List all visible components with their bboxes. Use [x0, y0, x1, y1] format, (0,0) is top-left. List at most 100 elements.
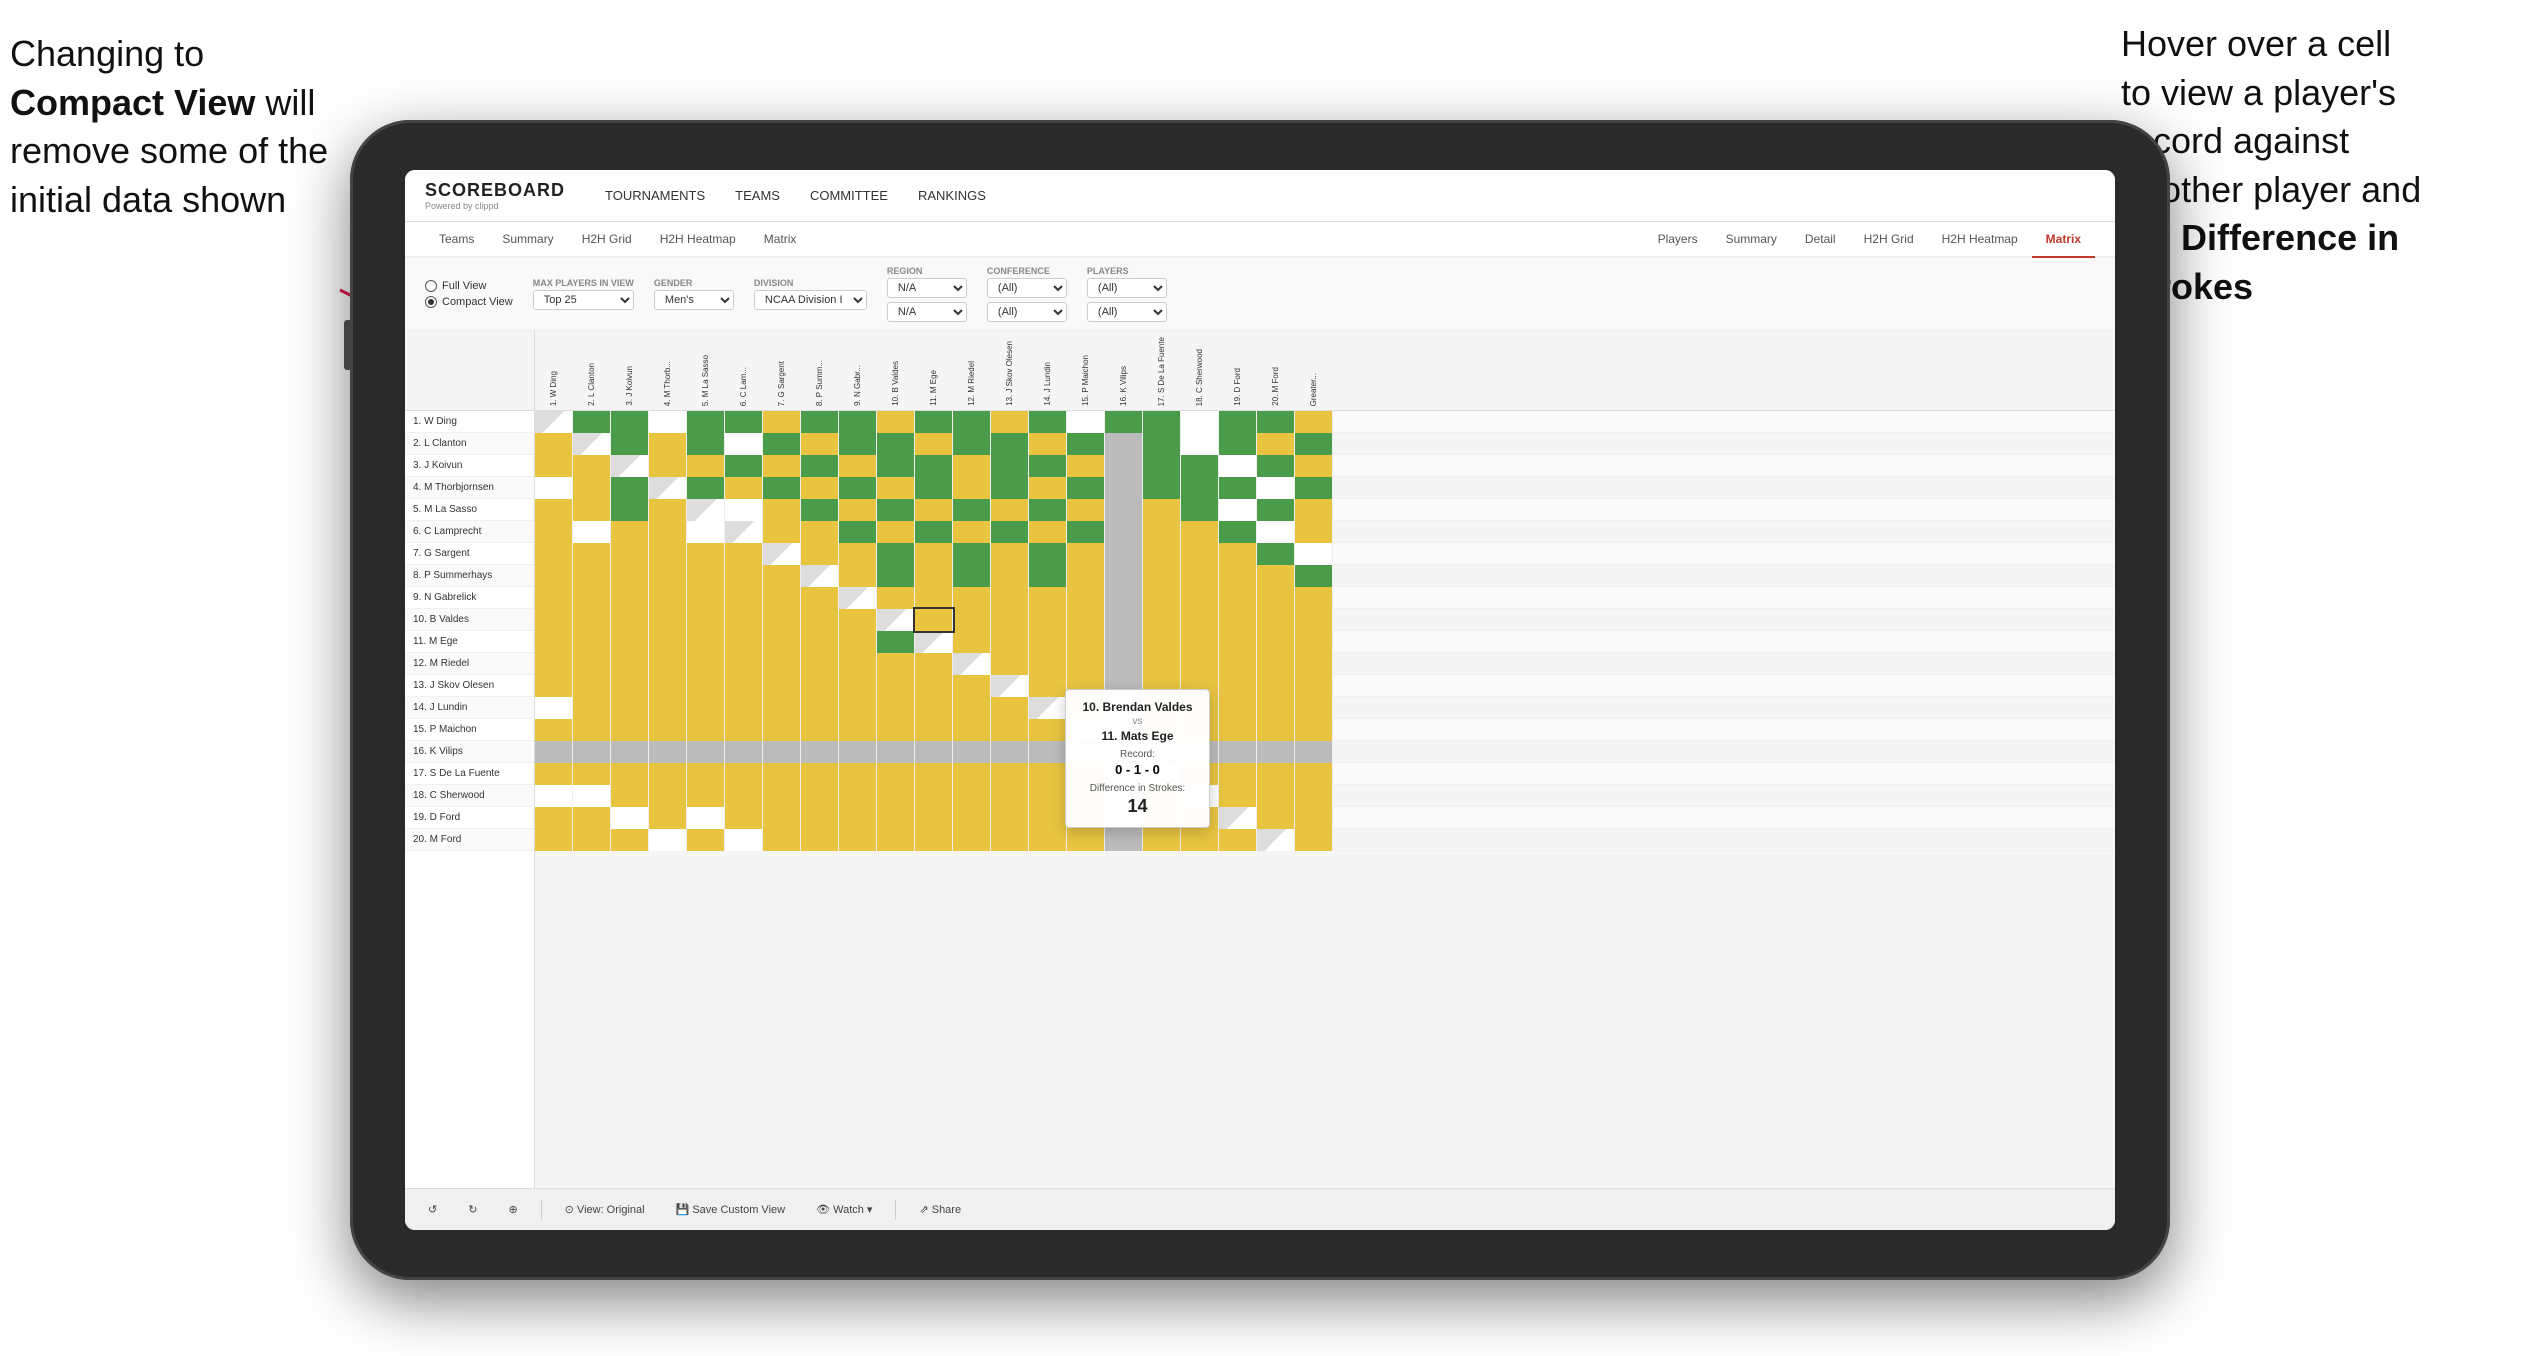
grid-cell[interactable] [915, 455, 953, 477]
grid-cell[interactable] [573, 587, 611, 609]
grid-cell[interactable] [991, 785, 1029, 807]
grid-cell[interactable] [801, 455, 839, 477]
grid-cell[interactable] [991, 521, 1029, 543]
grid-cell[interactable] [725, 587, 763, 609]
grid-cell[interactable] [573, 763, 611, 785]
grid-cell[interactable] [763, 675, 801, 697]
grid-cell[interactable] [1295, 829, 1333, 851]
grid-cell[interactable] [915, 741, 953, 763]
grid-cell[interactable] [801, 543, 839, 565]
grid-cell[interactable] [1105, 411, 1143, 433]
share-btn[interactable]: ⇗ Share [911, 1199, 969, 1220]
grid-cell[interactable] [649, 499, 687, 521]
grid-cell[interactable] [1295, 411, 1333, 433]
grid-cell[interactable] [801, 807, 839, 829]
grid-cell[interactable] [953, 543, 991, 565]
grid-cell[interactable] [1105, 477, 1143, 499]
subnav-teams[interactable]: Teams [425, 222, 488, 258]
grid-cell[interactable] [687, 433, 725, 455]
division-select[interactable]: NCAA Division I [754, 290, 867, 310]
grid-cell[interactable] [611, 609, 649, 631]
grid-cell[interactable] [839, 719, 877, 741]
grid-cell[interactable] [953, 565, 991, 587]
compact-view-option[interactable]: Compact View [425, 296, 513, 308]
grid-cell[interactable] [801, 477, 839, 499]
grid-cell[interactable] [611, 785, 649, 807]
grid-cell[interactable] [611, 565, 649, 587]
grid-cell[interactable] [535, 719, 573, 741]
subnav-summary-right[interactable]: Summary [1712, 222, 1791, 258]
grid-cell[interactable] [915, 675, 953, 697]
grid-cell[interactable] [1181, 499, 1219, 521]
grid-cell[interactable] [1105, 521, 1143, 543]
grid-cell[interactable] [573, 543, 611, 565]
grid-cell[interactable] [763, 719, 801, 741]
grid-cell[interactable] [573, 521, 611, 543]
grid-cell[interactable] [725, 675, 763, 697]
grid-cell[interactable] [687, 521, 725, 543]
grid-cell[interactable] [915, 587, 953, 609]
grid-cell[interactable] [763, 697, 801, 719]
grid-cell[interactable] [953, 807, 991, 829]
grid-cell[interactable] [535, 521, 573, 543]
grid-cell[interactable] [839, 521, 877, 543]
grid-cell[interactable] [1029, 455, 1067, 477]
grid-cell[interactable] [611, 829, 649, 851]
grid-cell[interactable] [1181, 609, 1219, 631]
grid-cell[interactable] [1295, 455, 1333, 477]
grid-cell[interactable] [763, 785, 801, 807]
grid-cell[interactable] [991, 609, 1029, 631]
grid-cell[interactable] [801, 829, 839, 851]
grid-cell[interactable] [1257, 675, 1295, 697]
compact-view-radio[interactable] [425, 296, 437, 308]
grid-cell[interactable] [763, 587, 801, 609]
grid-cell[interactable] [953, 455, 991, 477]
grid-cell[interactable] [1219, 829, 1257, 851]
subnav-h2h-heatmap[interactable]: H2H Heatmap [646, 222, 750, 258]
zoom-btn[interactable]: ⊕ [500, 1199, 525, 1220]
grid-cell[interactable] [611, 433, 649, 455]
grid-cell[interactable] [1257, 719, 1295, 741]
grid-cell[interactable] [1105, 565, 1143, 587]
grid-cell[interactable] [1143, 829, 1181, 851]
grid-cell[interactable] [801, 587, 839, 609]
grid-cell[interactable] [649, 521, 687, 543]
grid-cell[interactable] [1029, 499, 1067, 521]
grid-cell[interactable] [953, 719, 991, 741]
grid-cell[interactable] [1143, 609, 1181, 631]
grid-cell[interactable] [1105, 631, 1143, 653]
grid-cell[interactable] [991, 477, 1029, 499]
grid-cell[interactable] [801, 433, 839, 455]
subnav-detail[interactable]: Detail [1791, 222, 1850, 258]
grid-cell[interactable] [1029, 543, 1067, 565]
nav-committee[interactable]: COMMITTEE [810, 184, 888, 207]
grid-cell[interactable] [839, 411, 877, 433]
grid-cell[interactable] [649, 543, 687, 565]
grid-cell[interactable] [1181, 433, 1219, 455]
grid-cell[interactable] [1257, 587, 1295, 609]
subnav-h2h-heatmap-right[interactable]: H2H Heatmap [1928, 222, 2032, 258]
undo-btn[interactable]: ↺ [420, 1199, 445, 1220]
grid-cell[interactable] [877, 477, 915, 499]
grid-cell[interactable] [1295, 477, 1333, 499]
grid-cell[interactable] [725, 785, 763, 807]
grid-cell[interactable] [1067, 653, 1105, 675]
grid-cell[interactable] [573, 675, 611, 697]
grid-cell[interactable] [763, 829, 801, 851]
grid-cell[interactable] [573, 719, 611, 741]
grid-cell[interactable] [725, 741, 763, 763]
grid-cell[interactable] [611, 675, 649, 697]
subnav-players[interactable]: Players [1644, 222, 1712, 258]
grid-cell[interactable] [1219, 499, 1257, 521]
grid-cell[interactable] [801, 499, 839, 521]
grid-cell[interactable] [1219, 521, 1257, 543]
grid-cell[interactable] [801, 675, 839, 697]
grid-cell[interactable] [611, 521, 649, 543]
grid-cell[interactable] [1219, 675, 1257, 697]
nav-tournaments[interactable]: TOURNAMENTS [605, 184, 705, 207]
grid-cell[interactable] [1029, 807, 1067, 829]
grid-cell[interactable] [1067, 565, 1105, 587]
grid-cell[interactable] [1067, 631, 1105, 653]
grid-cell[interactable] [1029, 477, 1067, 499]
grid-cell[interactable] [877, 697, 915, 719]
